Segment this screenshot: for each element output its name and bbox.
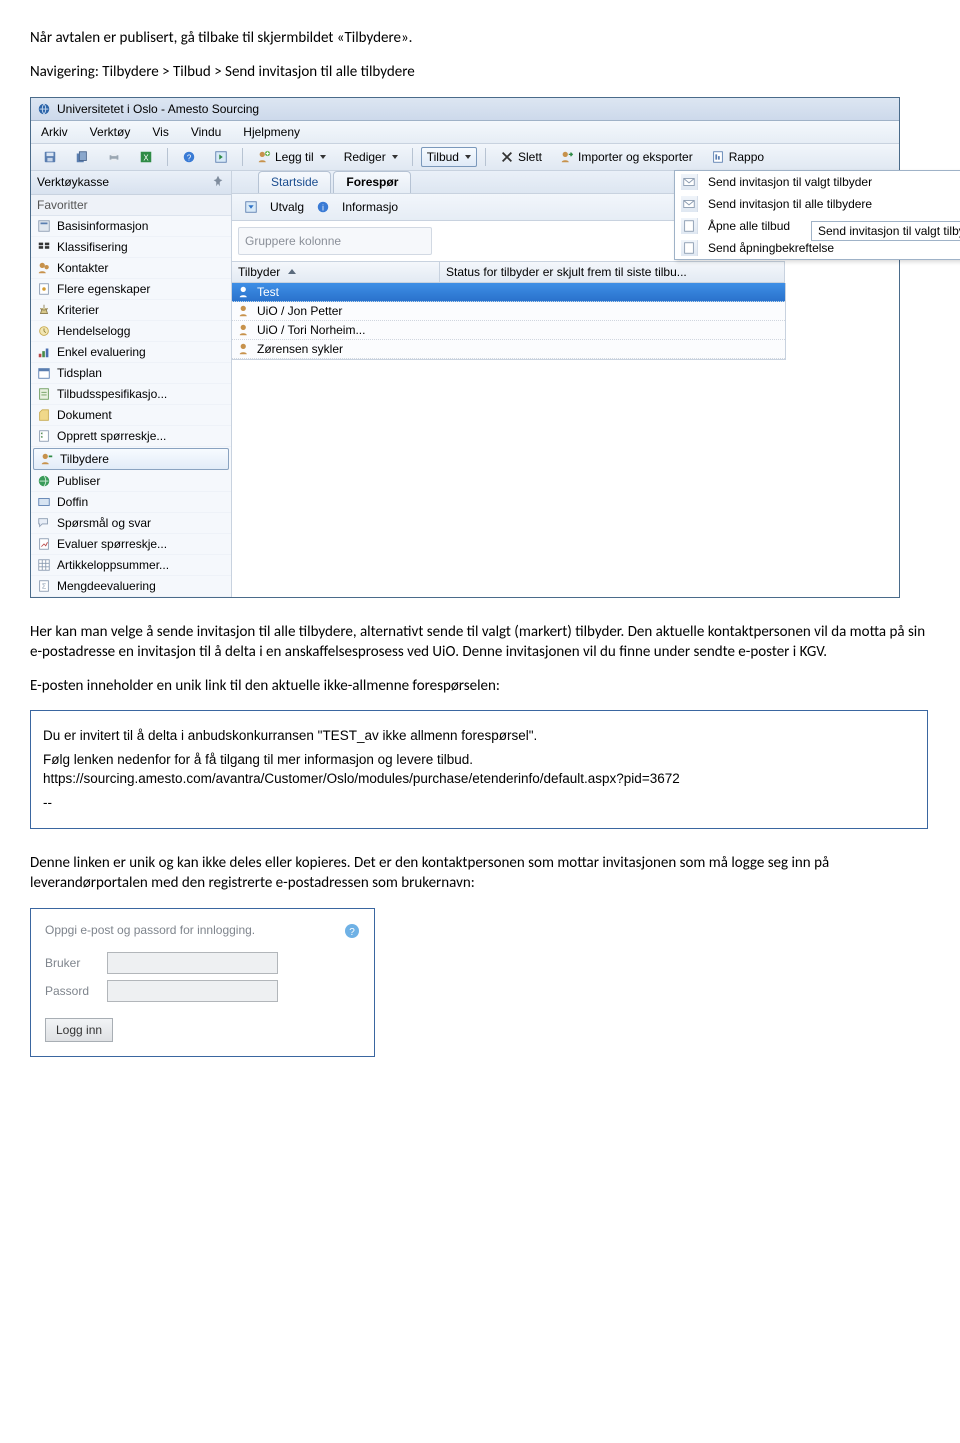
sidebar-item-kriterier[interactable]: Kriterier: [31, 300, 231, 321]
mail-icon: [681, 196, 698, 212]
sidebar-item-tilbydere[interactable]: Tilbydere: [33, 448, 229, 470]
sidebar-item-enkel-evaluering[interactable]: Enkel evaluering: [31, 342, 231, 363]
dropdown-item-send-alle[interactable]: Send invitasjon til alle tilbydere: [675, 193, 960, 215]
intro-paragraph-2: Navigering: Tilbydere > Tilbud > Send in…: [30, 62, 930, 82]
login-pass-input[interactable]: [107, 980, 278, 1002]
grid-header-tilbyder[interactable]: Tilbyder: [232, 262, 440, 282]
sidebar-item-hendelselogg[interactable]: Hendelselogg: [31, 321, 231, 342]
mail-icon: [681, 174, 698, 190]
window-icon: [37, 102, 51, 116]
menu-verktoy[interactable]: Verktøy: [90, 125, 131, 139]
sidebar-item-dokument[interactable]: Dokument: [31, 405, 231, 426]
toolbar-rediger-button[interactable]: Rediger: [338, 147, 404, 167]
svg-text:Σ: Σ: [42, 583, 47, 590]
main-area: Startside Forespør Moduler Utvalg i Info…: [232, 171, 899, 597]
svg-text:?: ?: [187, 153, 192, 162]
intro-paragraph-1: Når avtalen er publisert, gå tilbake til…: [30, 28, 930, 48]
sidebar-item-mengdeevaluering[interactable]: ΣMengdeevaluering: [31, 576, 231, 597]
window-title: Universitetet i Oslo - Amesto Sourcing: [57, 102, 259, 116]
login-heading: Oppgi e-post og passord for innlogging.: [45, 923, 255, 937]
grid-body: Test UiO / Jon Petter UiO / Tori Norheim…: [232, 283, 786, 360]
mid-paragraph-2: E-posten inneholder en unik link til den…: [30, 676, 930, 696]
login-user-input[interactable]: [107, 952, 278, 974]
email-line3: https://sourcing.amesto.com/avantra/Cust…: [43, 770, 915, 788]
sidebar-item-doffin[interactable]: Doffin: [31, 492, 231, 513]
toolbar-tilbud-button[interactable]: Tilbud: [421, 147, 477, 167]
toolbar-excel-icon[interactable]: X: [133, 147, 159, 167]
dropdown-item-send-valgt[interactable]: Send invitasjon til valgt tilbyder: [675, 171, 960, 193]
sidebar-item-sporsmal-svar[interactable]: Spørsmål og svar: [31, 513, 231, 534]
svg-text:?: ?: [349, 927, 355, 938]
grid-header: Tilbyder Status for tilbyder er skjult f…: [232, 261, 785, 283]
sidebar: Verktøykasse Favoritter Basisinformasjon…: [31, 171, 232, 597]
sidebar-item-evaluer-sporreskjema[interactable]: Evaluer spørreskje...: [31, 534, 231, 555]
doc-icon: [681, 240, 698, 256]
pin-icon[interactable]: [211, 174, 225, 191]
svg-text:X: X: [143, 153, 149, 162]
sidebar-item-tilbudsspesifikasjon[interactable]: Tilbudsspesifikasjo...: [31, 384, 231, 405]
login-pass-label: Passord: [45, 984, 97, 998]
group-column-placeholder[interactable]: Gruppere kolonne: [238, 227, 432, 255]
titlebar: Universitetet i Oslo - Amesto Sourcing: [31, 98, 899, 121]
menu-hjelpmeny[interactable]: Hjelpmeny: [243, 125, 300, 139]
grid-row-zorensen[interactable]: Zørensen sykler: [232, 340, 785, 359]
toolbar-slett-button[interactable]: Slett: [494, 147, 548, 167]
toolbar-copy-icon[interactable]: [69, 147, 95, 167]
login-user-label: Bruker: [45, 956, 97, 970]
toolbar-help-icon[interactable]: ?: [176, 147, 202, 167]
email-line4: --: [43, 794, 915, 812]
sidebar-item-flere-egenskaper[interactable]: Flere egenskaper: [31, 279, 231, 300]
menubar: Arkiv Verktøy Vis Vindu Hjelpmeny: [31, 121, 899, 144]
end-paragraph: Denne linken er unik og kan ikke deles e…: [30, 853, 930, 894]
toolbar-print-icon[interactable]: [101, 147, 127, 167]
login-box: Oppgi e-post og passord for innlogging. …: [30, 908, 375, 1057]
help-icon[interactable]: ?: [344, 923, 360, 942]
sidebar-item-opprett-sporreskjema[interactable]: Opprett spørreskje...: [31, 426, 231, 447]
sidebar-header: Verktøykasse: [31, 171, 231, 195]
grid-row-uio-jon[interactable]: UiO / Jon Petter: [232, 302, 785, 321]
menu-vis[interactable]: Vis: [152, 125, 168, 139]
sort-asc-icon: [288, 269, 296, 274]
sidebar-item-kontakter[interactable]: Kontakter: [31, 258, 231, 279]
menu-arkiv[interactable]: Arkiv: [41, 125, 68, 139]
grid-row-test[interactable]: Test: [232, 283, 785, 302]
menu-vindu[interactable]: Vindu: [191, 125, 221, 139]
sidebar-section-favoritter: Favoritter: [31, 195, 231, 216]
tab-startside[interactable]: Startside: [258, 171, 331, 193]
toolbar: X ? Legg til Rediger Tilbud Slett Import…: [31, 144, 899, 171]
subtoolbar-utvalg[interactable]: Utvalg: [270, 200, 304, 214]
sidebar-item-basisinformasjon[interactable]: Basisinformasjon: [31, 216, 231, 237]
grid-header-status[interactable]: Status for tilbyder er skjult frem til s…: [440, 262, 785, 282]
subtoolbar-down-icon[interactable]: [238, 197, 264, 217]
toolbar-forward-icon[interactable]: [208, 147, 234, 167]
sidebar-item-klassifisering[interactable]: Klassifisering: [31, 237, 231, 258]
tab-forespor[interactable]: Forespør: [333, 171, 411, 193]
subtoolbar-info-icon[interactable]: i: [310, 197, 336, 217]
sidebar-item-publiser[interactable]: Publiser: [31, 471, 231, 492]
svg-text:i: i: [322, 203, 324, 212]
app-window: Universitetet i Oslo - Amesto Sourcing A…: [30, 97, 900, 598]
sidebar-item-tidsplan[interactable]: Tidsplan: [31, 363, 231, 384]
sidebar-nav: Basisinformasjon Klassifisering Kontakte…: [31, 216, 231, 597]
sidebar-item-artikkeloppsummering[interactable]: Artikkeloppsummer...: [31, 555, 231, 576]
email-line1: Du er invitert til å delta i anbudskonku…: [43, 727, 915, 745]
email-preview: Du er invitert til å delta i anbudskonku…: [30, 710, 928, 829]
login-button[interactable]: Logg inn: [45, 1018, 113, 1042]
email-line2: Følg lenken nedenfor for å få tilgang ti…: [43, 751, 915, 769]
toolbar-save-icon[interactable]: [37, 147, 63, 167]
toolbar-leggtil-button[interactable]: Legg til: [251, 147, 332, 167]
doc-icon: [681, 218, 698, 234]
toolbar-import-export-button[interactable]: Importer og eksporter: [554, 147, 699, 167]
toolbar-rapport-button[interactable]: Rappo: [705, 147, 770, 167]
grid-row-uio-tori[interactable]: UiO / Tori Norheim...: [232, 321, 785, 340]
tilbud-dropdown: Send invitasjon til valgt tilbyder Send …: [674, 170, 960, 260]
dropdown-tooltip: Send invitasjon til valgt tilbyder: [811, 221, 960, 241]
mid-paragraph-1: Her kan man velge å sende invitasjon til…: [30, 622, 930, 663]
subtoolbar-informasjo[interactable]: Informasjo: [342, 200, 398, 214]
